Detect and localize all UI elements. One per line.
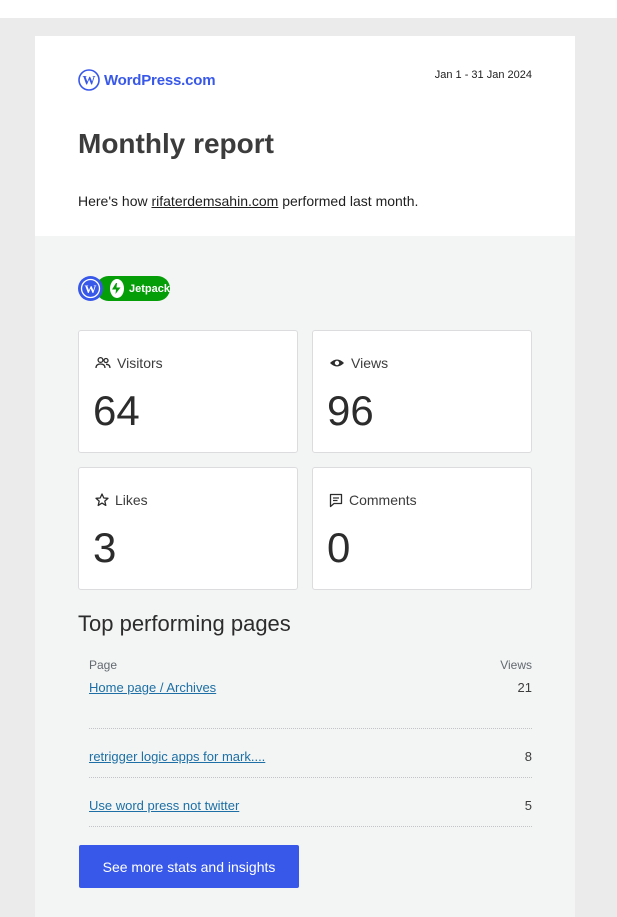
site-link[interactable]: rifaterdemsahin.com <box>151 193 278 209</box>
column-page: Page <box>89 658 118 672</box>
intro-after: performed last month. <box>278 193 419 209</box>
wordpress-icon: W <box>78 69 100 91</box>
report-header: W WordPress.com Jan 1 - 31 Jan 2024 Mont… <box>35 36 575 236</box>
jetpack-label: Jetpack <box>129 282 170 295</box>
top-pages-table: Page Views Home page / Archives 21 retri… <box>89 658 532 827</box>
intro-before: Here's how <box>78 193 152 209</box>
star-icon <box>95 493 109 507</box>
stat-card-visitors: Visitors 64 <box>78 330 298 453</box>
comment-icon <box>329 493 343 507</box>
people-icon <box>95 356 111 369</box>
wordpress-logo[interactable]: W WordPress.com <box>78 69 216 91</box>
intro-text: Here's how rifaterdemsahin.com performed… <box>78 193 418 209</box>
top-pages-title: Top performing pages <box>78 611 291 636</box>
see-more-stats-button[interactable]: See more stats and insights <box>79 845 299 888</box>
page-link[interactable]: Use word press not twitter <box>89 798 239 813</box>
brand-name: WordPress.com <box>104 71 216 89</box>
stat-header: Views <box>329 355 388 371</box>
stat-card-comments: Comments 0 <box>312 467 532 590</box>
page-views: 5 <box>524 798 532 813</box>
stat-card-views: Views 96 <box>312 330 532 453</box>
stat-value: 3 <box>93 524 117 571</box>
table-row: retrigger logic apps for mark.... 8 <box>89 729 532 778</box>
jetpack-badge: Jetpack <box>96 276 170 301</box>
table-header: Page Views <box>89 658 532 680</box>
stat-header: Comments <box>329 492 417 508</box>
table-row: Use word press not twitter 5 <box>89 778 532 827</box>
page-views: 21 <box>517 680 532 695</box>
stat-label: Visitors <box>117 355 163 371</box>
table-row: Home page / Archives 21 <box>89 680 532 729</box>
eye-icon <box>330 359 344 367</box>
stat-value: 0 <box>327 524 351 571</box>
page-link[interactable]: retrigger logic apps for mark.... <box>89 749 265 764</box>
page-title: Monthly report <box>78 128 274 159</box>
jetpack-bolt-icon <box>109 279 125 298</box>
stat-value: 64 <box>93 387 140 434</box>
date-range: Jan 1 - 31 Jan 2024 <box>434 69 532 81</box>
svg-text:W: W <box>85 282 97 296</box>
stat-value: 96 <box>327 387 374 434</box>
page-link[interactable]: Home page / Archives <box>89 680 216 695</box>
page-views: 8 <box>524 749 532 764</box>
stat-label: Views <box>351 355 389 371</box>
column-views: Views <box>500 658 532 672</box>
product-badges: Jetpack W <box>78 276 178 301</box>
stat-label: Comments <box>349 492 417 508</box>
wordpress-badge-icon: W <box>78 276 103 301</box>
svg-text:W: W <box>83 73 96 88</box>
stat-label: Likes <box>115 492 148 508</box>
stat-header: Visitors <box>95 355 163 371</box>
report-card: W WordPress.com Jan 1 - 31 Jan 2024 Mont… <box>35 36 575 917</box>
stat-header: Likes <box>95 492 148 508</box>
stat-card-likes: Likes 3 <box>78 467 298 590</box>
